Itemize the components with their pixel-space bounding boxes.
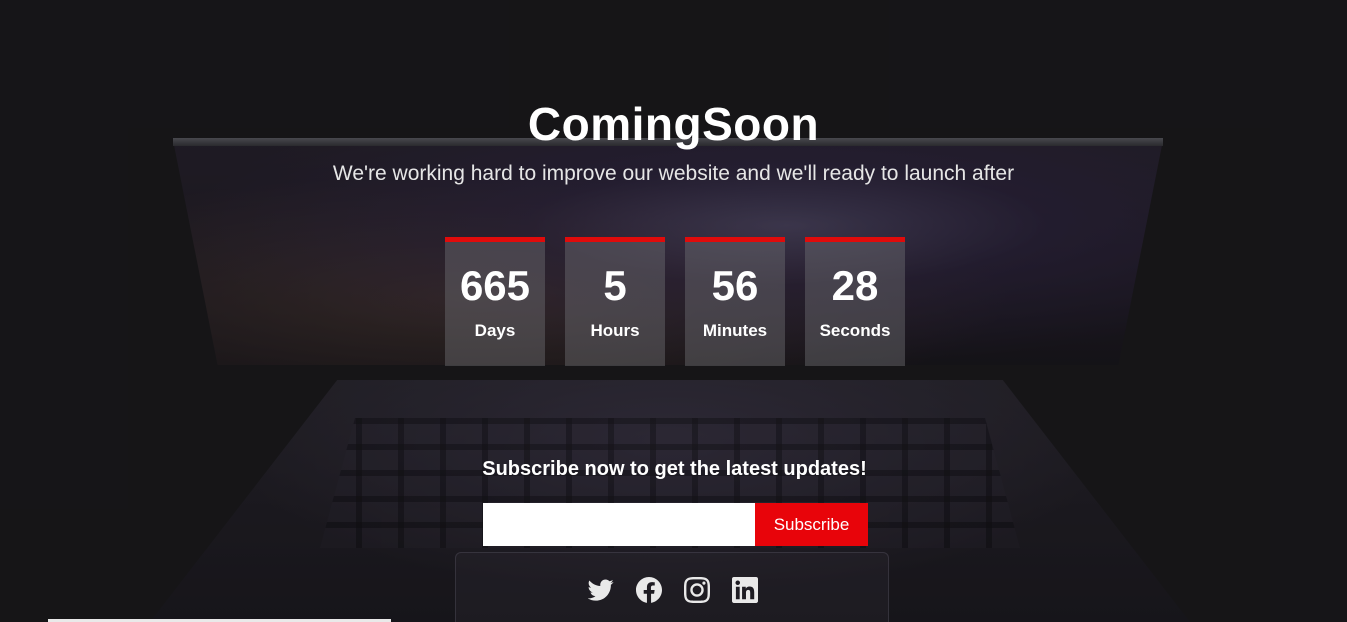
page-title: ComingSoon <box>527 98 820 150</box>
countdown-seconds-value: 28 <box>831 262 879 309</box>
countdown-minutes: 56 Minutes <box>685 237 785 366</box>
linkedin-icon[interactable] <box>732 577 758 603</box>
countdown-minutes-value: 56 <box>711 262 759 309</box>
social-links <box>587 577 763 605</box>
countdown-timer: 665 Days 5 Hours 56 Minutes 28 Seconds <box>445 237 905 366</box>
page-subtitle: We're working hard to improve our websit… <box>332 162 1015 185</box>
countdown-seconds: 28 Seconds <box>805 237 905 366</box>
subscribe-form: Subscribe <box>483 503 868 546</box>
countdown-days: 665 Days <box>445 237 545 366</box>
countdown-hours: 5 Hours <box>565 237 665 366</box>
countdown-hours-value: 5 <box>603 262 627 309</box>
countdown-minutes-label: Minutes <box>702 321 768 340</box>
subscribe-button[interactable]: Subscribe <box>755 503 868 546</box>
countdown-days-label: Days <box>474 321 516 340</box>
coming-soon-page: ComingSoon We're working hard to improve… <box>0 0 1347 622</box>
main-content: ComingSoon We're working hard to improve… <box>0 0 1347 622</box>
facebook-icon[interactable] <box>636 577 662 603</box>
instagram-icon[interactable] <box>684 577 710 603</box>
countdown-days-value: 665 <box>459 262 531 309</box>
subscribe-heading: Subscribe now to get the latest updates! <box>482 458 867 480</box>
email-field[interactable] <box>483 503 755 546</box>
twitter-icon[interactable] <box>587 577 614 603</box>
countdown-seconds-label: Seconds <box>819 321 891 340</box>
countdown-hours-label: Hours <box>590 321 640 340</box>
